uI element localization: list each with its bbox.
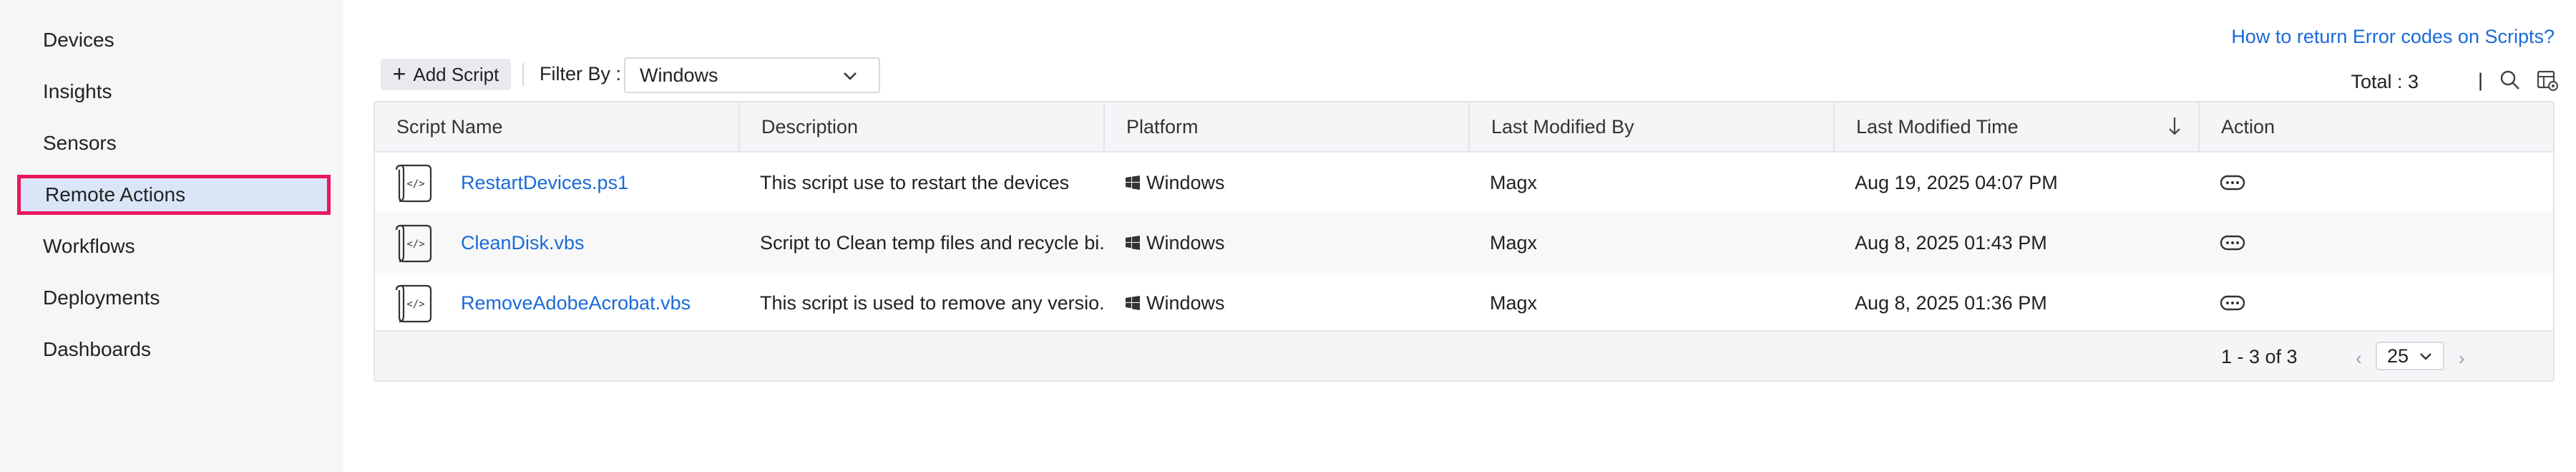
modified-time-cell: Aug 19, 2025 04:07 PM [1855,171,2058,193]
plus-icon: + [392,60,406,87]
column-header-description[interactable]: Description [738,102,1103,151]
search-icon[interactable] [2499,69,2522,92]
script-name-cell: </> CleanDisk.vbs [375,213,738,273]
main-content: How to return Error codes on Scripts? + … [343,0,2576,472]
sidebar-item-devices[interactable]: Devices [43,21,114,59]
toolbar-divider [522,63,524,86]
sidebar-item-deployments[interactable]: Deployments [43,279,160,317]
description-cell: This script use to restart the devices [760,171,1070,193]
action-cell [2198,273,2553,333]
table-row: </> RestartDevices.ps1 This script use t… [375,153,2553,213]
filter-label: Filter By : [540,63,622,85]
sidebar-item-insights[interactable]: Insights [43,72,112,111]
modified-time-cell: Aug 8, 2025 01:36 PM [1855,292,2047,314]
column-header-last-modified-by[interactable]: Last Modified By [1468,102,1833,151]
svg-text:</>: </> [406,299,424,310]
column-header-script-name[interactable]: Script Name [375,102,738,151]
modified-by-cell: Magx [1490,231,1538,254]
script-file-icon: </> [395,284,432,323]
script-file-icon: </> [395,224,432,263]
script-name-link[interactable]: CleanDisk.vbs [461,232,585,254]
script-name-cell: </> RemoveAdobeAcrobat.vbs [375,273,738,333]
modified-by-cell: Magx [1490,171,1538,193]
column-header-platform[interactable]: Platform [1103,102,1468,151]
column-header-action: Action [2198,102,2553,151]
platform-label: Windows [1146,231,1225,254]
filter-select-value: Windows [640,64,718,86]
error-codes-help-link[interactable]: How to return Error codes on Scripts? [2231,26,2555,48]
description-cell: This script is used to remove any versio… [760,292,1103,314]
script-name-link[interactable]: RestartDevices.ps1 [461,172,628,194]
platform-label: Windows [1146,292,1225,314]
column-header-last-modified-time-label: Last Modified Time [1856,115,2019,138]
next-page-button[interactable]: › [2459,347,2465,370]
modified-by-cell: Magx [1490,292,1538,314]
previous-page-button[interactable]: ‹ [2356,347,2362,370]
table-footer: 1 - 3 of 3 ‹ 25 › [375,330,2553,380]
table-header: Script Name Description Platform Last Mo… [375,102,2553,153]
page-size-value: 25 [2387,345,2409,367]
platform-label: Windows [1146,171,1225,193]
script-file-icon: </> [395,164,432,203]
chevron-down-icon [2420,353,2431,360]
scripts-table: Script Name Description Platform Last Mo… [374,101,2555,382]
more-options-icon[interactable] [2220,295,2245,311]
sidebar-item-workflows[interactable]: Workflows [43,227,135,266]
platform-filter-select[interactable]: Windows [624,57,880,93]
table-settings-icon[interactable] [2536,69,2559,92]
sidebar-item-sensors[interactable]: Sensors [43,124,117,163]
total-count: Total : 3 [2351,71,2419,92]
script-name-cell: </> RestartDevices.ps1 [375,153,738,213]
windows-icon [1126,175,1140,190]
platform-cell: Windows [1103,153,1468,213]
pagination-range: 1 - 3 of 3 [2221,346,2298,367]
add-script-label: Add Script [413,63,499,85]
description-cell: Script to Clean temp files and recycle b… [760,231,1103,254]
modified-time-cell: Aug 8, 2025 01:43 PM [1855,231,2047,254]
sidebar-item-remote-actions[interactable]: Remote Actions [17,175,331,215]
action-cell [2198,213,2553,273]
sidebar-item-dashboards[interactable]: Dashboards [43,330,151,369]
action-cell [2198,153,2553,213]
add-script-button[interactable]: + Add Script [381,59,511,90]
platform-cell: Windows [1103,273,1468,333]
sort-descending-icon[interactable] [2167,115,2182,137]
script-name-link[interactable]: RemoveAdobeAcrobat.vbs [461,292,691,314]
chevron-down-icon [844,72,857,80]
platform-cell: Windows [1103,213,1468,273]
table-row: </> CleanDisk.vbs Script to Clean temp f… [375,213,2553,273]
sidebar: Devices Insights Sensors Remote Actions … [0,0,343,472]
windows-icon [1126,236,1140,250]
windows-icon [1126,296,1140,310]
table-row: </> RemoveAdobeAcrobat.vbs This script i… [375,273,2553,333]
toolbar-separator: | [2477,69,2483,91]
column-header-last-modified-time[interactable]: Last Modified Time [1833,102,2198,151]
more-options-icon[interactable] [2220,175,2245,191]
svg-text:</>: </> [406,178,424,190]
svg-text:</>: </> [406,239,424,250]
page-size-select[interactable]: 25 [2376,342,2444,370]
more-options-icon[interactable] [2220,235,2245,251]
